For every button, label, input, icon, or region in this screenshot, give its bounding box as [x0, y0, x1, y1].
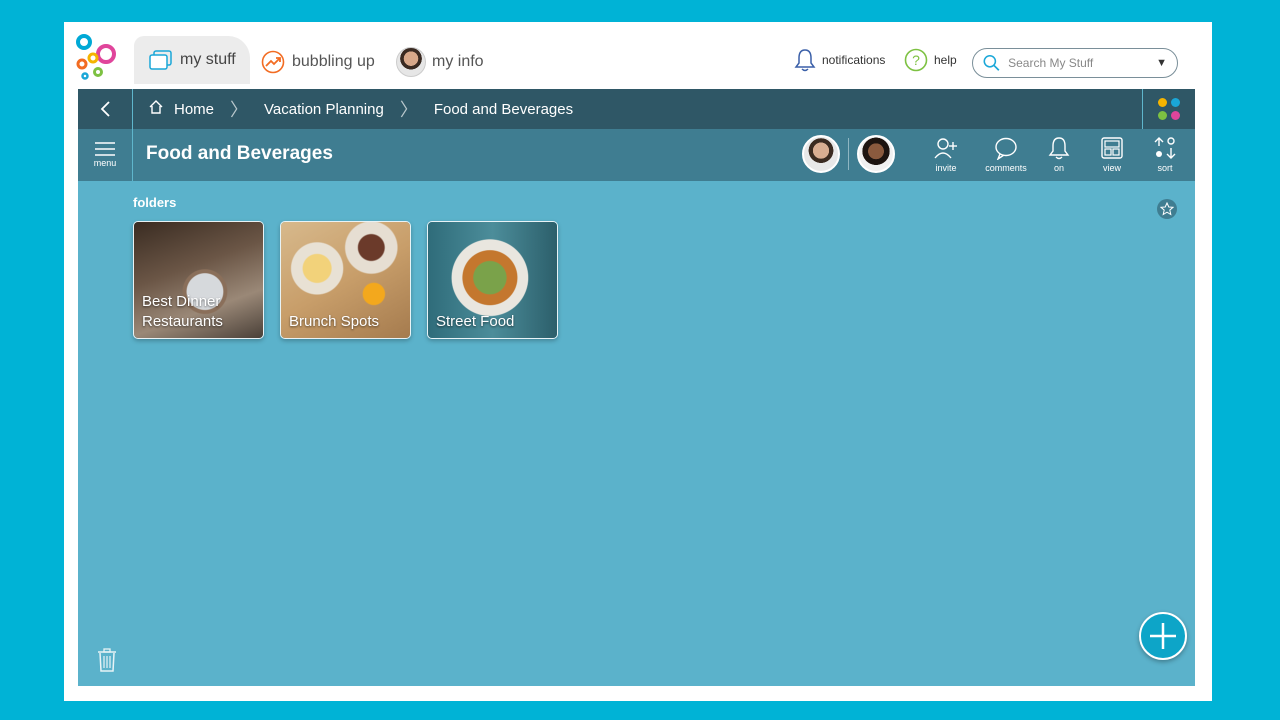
search-input[interactable]: [1008, 56, 1149, 70]
avatar: [396, 47, 426, 77]
back-button[interactable]: [78, 89, 133, 129]
trash-icon[interactable]: [96, 648, 118, 672]
folder-label: Brunch Spots: [289, 313, 380, 330]
divider: [848, 138, 849, 170]
breadcrumb-vacation-planning[interactable]: Vacation Planning: [264, 101, 384, 118]
favorite-button[interactable]: [1157, 199, 1177, 219]
home-icon: [148, 99, 164, 119]
sort-icon: [1153, 135, 1177, 161]
member-avatar[interactable]: [802, 135, 840, 173]
svg-text:?: ?: [912, 52, 920, 68]
tab-my-info[interactable]: my info: [396, 38, 484, 86]
bell-icon: [794, 49, 816, 72]
invite-label: invite: [935, 163, 957, 173]
breadcrumb-current: Food and Beverages: [433, 100, 574, 118]
view-icon: [1101, 135, 1123, 161]
star-icon: [1160, 202, 1174, 216]
notifications-label: notifications: [822, 53, 886, 67]
tab-label: my stuff: [180, 51, 236, 68]
members-list: [802, 135, 895, 173]
help-button[interactable]: ? help: [904, 48, 957, 72]
folder-label: Best Dinner Restaurants: [142, 293, 223, 330]
top-nav: my stuff bubbling up my info notificatio…: [64, 22, 1212, 89]
folder-label: Street Food: [436, 313, 515, 330]
view-label: view: [1102, 163, 1121, 173]
breadcrumb-bar: Home 〉 Vacation Planning 〉 Food and Beve…: [78, 89, 1195, 129]
folder-card[interactable]: Street Food: [427, 221, 558, 339]
tab-my-stuff[interactable]: my stuff: [134, 36, 250, 84]
notifications-button[interactable]: notifications: [794, 48, 885, 72]
chevron-down-icon[interactable]: ▼: [1156, 57, 1167, 69]
add-button[interactable]: [1139, 612, 1187, 660]
menu-button[interactable]: menu: [78, 129, 133, 181]
app-frame: my stuff bubbling up my info notificatio…: [64, 22, 1212, 701]
comments-button[interactable]: comments: [976, 135, 1036, 173]
help-icon: ?: [904, 48, 928, 72]
invite-icon: [933, 135, 959, 161]
notifications-toggle[interactable]: on: [1036, 135, 1082, 173]
header-actions: invite comments on view sort: [916, 135, 1188, 173]
chevron-left-icon: [100, 101, 110, 117]
breadcrumb: Home 〉 Vacation Planning 〉 Food and Beve…: [148, 89, 573, 129]
folder-card[interactable]: Best Dinner Restaurants: [133, 221, 264, 339]
folders-icon: [148, 47, 174, 73]
chevron-right-icon: 〉: [230, 100, 249, 120]
chevron-right-icon: 〉: [399, 100, 418, 120]
hamburger-icon: [95, 142, 115, 156]
view-button[interactable]: view: [1082, 135, 1142, 173]
tab-label: my info: [432, 53, 484, 70]
trending-icon: [260, 49, 286, 75]
page-header: menu Food and Beverages invite comments: [78, 129, 1195, 181]
bell-icon: [1048, 135, 1070, 161]
folder-card[interactable]: Brunch Spots: [280, 221, 411, 339]
invite-button[interactable]: invite: [916, 135, 976, 173]
plus-icon: [1150, 623, 1176, 649]
main-content: folders Best Dinner Restaurants Brunch S…: [78, 181, 1195, 686]
menu-label: menu: [93, 158, 117, 168]
member-avatar[interactable]: [857, 135, 895, 173]
sort-button[interactable]: sort: [1142, 135, 1188, 173]
notifications-toggle-label: on: [1053, 163, 1064, 173]
folders-grid: Best Dinner Restaurants Brunch Spots Str…: [133, 221, 558, 339]
help-label: help: [934, 53, 957, 67]
section-label: folders: [133, 195, 177, 210]
search-box[interactable]: ▼: [972, 48, 1178, 78]
sort-label: sort: [1157, 163, 1173, 173]
page-title: Food and Beverages: [146, 143, 333, 164]
apps-button[interactable]: [1142, 89, 1195, 129]
search-icon: [983, 54, 1000, 71]
app-logo[interactable]: [76, 34, 122, 80]
apps-grid-icon: [1158, 98, 1180, 120]
breadcrumb-home[interactable]: Home: [174, 101, 214, 118]
tab-label: bubbling up: [292, 53, 375, 70]
comments-icon: [993, 135, 1019, 161]
comments-label: comments: [985, 163, 1027, 173]
tab-bubbling-up[interactable]: bubbling up: [260, 38, 375, 86]
